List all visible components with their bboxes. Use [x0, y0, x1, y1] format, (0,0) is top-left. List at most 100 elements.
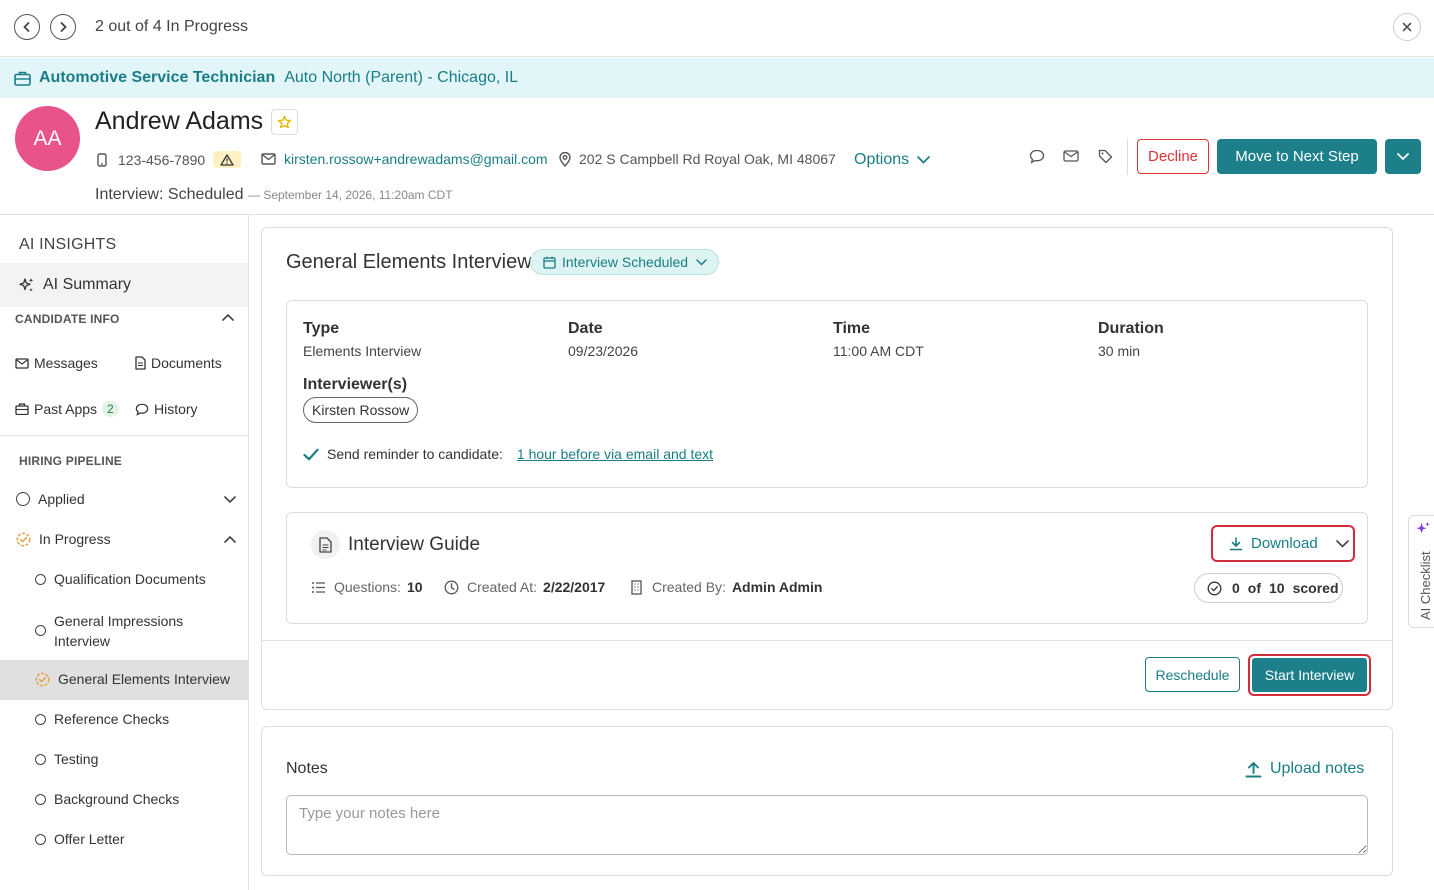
document-icon	[135, 356, 146, 370]
pipeline-step-offer-letter[interactable]: Offer Letter	[35, 831, 125, 847]
pipeline-step-general-elements-interview[interactable]: General Elements Interview	[35, 671, 230, 687]
documents-label: Documents	[151, 355, 222, 371]
pipeline-step-testing[interactable]: Testing	[35, 751, 98, 767]
upload-notes-button[interactable]: Upload notes	[1245, 760, 1364, 778]
phone-info: 123-456-7890	[97, 151, 242, 168]
calendar-icon	[543, 256, 556, 269]
checkmark-icon	[303, 448, 319, 460]
circle-icon	[35, 625, 46, 636]
reminder-label: Send reminder to candidate:	[327, 446, 503, 462]
candidate-status: Interview: Scheduled — September 14, 202…	[95, 186, 453, 204]
ai-insights-title: AI INSIGHTS	[19, 236, 117, 253]
duration-value: 30 min	[1098, 343, 1141, 359]
chevron-up-icon	[224, 535, 236, 543]
download-dropdown-button[interactable]: Download	[1211, 525, 1355, 562]
type-value: Elements Interview	[303, 343, 422, 359]
messages-label: Messages	[34, 355, 98, 371]
reminder-row: Send reminder to candidate: 1 hour befor…	[303, 446, 713, 462]
step-label: Offer Letter	[54, 831, 125, 847]
notes-title: Notes	[286, 760, 328, 777]
sparkle-icon	[1415, 521, 1431, 537]
reminder-checkbox[interactable]	[303, 446, 319, 462]
status-text: Interview: Scheduled	[95, 186, 244, 203]
interview-status-label: Interview Scheduled	[562, 254, 689, 270]
email-button[interactable]	[1060, 145, 1082, 167]
time-value: 11:00 AM CDT	[833, 343, 924, 359]
comment-button[interactable]	[1026, 145, 1048, 167]
phone-icon	[97, 152, 107, 167]
messages-link[interactable]: Messages	[15, 355, 98, 371]
close-icon	[1402, 22, 1412, 32]
pipeline-step-background-checks[interactable]: Background Checks	[35, 791, 179, 807]
clock-icon	[444, 580, 459, 594]
comment-icon	[135, 403, 149, 416]
interview-guide-title: Interview Guide	[348, 534, 481, 555]
chevron-down-icon	[917, 156, 930, 164]
applied-label: Applied	[38, 491, 85, 507]
history-link[interactable]: History	[135, 401, 198, 417]
pipeline-stage-in-progress[interactable]: In Progress	[16, 531, 111, 547]
start-interview-button[interactable]: Start Interview	[1248, 654, 1371, 696]
pipeline-step-general-impressions-interview[interactable]: General Impressions Interview	[35, 611, 204, 651]
candidate-info-title: CANDIDATE INFO	[15, 312, 120, 326]
sidebar-divider	[0, 435, 248, 436]
candidate-name: Andrew Adams	[95, 107, 264, 135]
hiring-pipeline-title: HIRING PIPELINE	[19, 454, 123, 468]
move-to-next-step-button[interactable]: Move to Next Step	[1217, 139, 1377, 174]
phone-warning-badge[interactable]	[213, 151, 242, 168]
chevron-up-icon	[222, 313, 234, 321]
chevron-right-icon	[60, 22, 67, 32]
pipeline-stage-applied[interactable]: Applied	[16, 491, 85, 507]
questions-label: Questions:	[334, 579, 401, 595]
chevron-down-icon	[224, 496, 236, 504]
reminder-settings-link[interactable]: 1 hour before via email and text	[517, 446, 713, 462]
phone-number: 123-456-7890	[118, 151, 206, 168]
ai-summary-item[interactable]: AI Summary	[0, 263, 248, 307]
options-dropdown[interactable]: Options	[854, 151, 930, 169]
document-icon	[319, 536, 332, 553]
guide-created-by: Created By: Admin Admin	[631, 579, 822, 595]
pipeline-step-qualification-documents[interactable]: Qualification Documents	[35, 571, 206, 587]
chevron-left-icon	[23, 22, 30, 32]
building-icon	[631, 579, 642, 595]
questions-value: 10	[406, 579, 423, 595]
circle-icon	[16, 492, 30, 506]
date-value: 09/23/2026	[568, 343, 639, 359]
scored-badge: 0 of 10 scored	[1194, 573, 1343, 603]
step-label: Qualification Documents	[54, 571, 206, 587]
collapse-in-progress-button[interactable]	[224, 535, 236, 543]
email-link[interactable]: kirsten.rossow+andrewadams@gmail.com	[284, 151, 548, 167]
favorite-button[interactable]	[271, 109, 298, 135]
star-icon	[277, 115, 292, 128]
close-button[interactable]	[1393, 13, 1421, 41]
previous-candidate-button[interactable]	[14, 14, 40, 40]
step-label: Testing	[54, 751, 99, 767]
guide-questions: Questions: 10	[311, 579, 423, 595]
chevron-down-icon	[1335, 539, 1349, 548]
collapse-candidate-info-button[interactable]	[222, 313, 234, 321]
documents-link[interactable]: Documents	[135, 355, 222, 371]
step-label: Reference Checks	[54, 711, 170, 727]
expand-applied-button[interactable]	[224, 496, 236, 504]
header-divider	[1127, 139, 1128, 175]
scored-label: scored	[1292, 580, 1339, 596]
in-progress-label: In Progress	[39, 531, 111, 547]
briefcase-icon	[15, 403, 29, 415]
past-apps-link[interactable]: Past Apps 2	[15, 401, 119, 417]
tag-icon	[1098, 149, 1112, 163]
decline-button[interactable]: Decline	[1137, 139, 1209, 174]
job-banner: Automotive Service Technician Auto North…	[0, 58, 1434, 98]
briefcase-icon	[14, 71, 31, 86]
next-step-menu-button[interactable]	[1385, 139, 1421, 174]
job-title-link[interactable]: Automotive Service Technician	[39, 69, 275, 87]
progress-check-icon	[16, 532, 31, 546]
circle-icon	[35, 793, 46, 805]
notes-textarea[interactable]	[286, 795, 1368, 855]
pipeline-step-reference-checks[interactable]: Reference Checks	[35, 711, 169, 727]
chevron-down-icon	[696, 258, 707, 266]
tag-button[interactable]	[1094, 145, 1116, 167]
reschedule-button[interactable]: Reschedule	[1145, 657, 1240, 692]
next-candidate-button[interactable]	[50, 14, 76, 40]
options-label: Options	[854, 151, 910, 168]
interview-status-dropdown[interactable]: Interview Scheduled	[530, 249, 719, 275]
